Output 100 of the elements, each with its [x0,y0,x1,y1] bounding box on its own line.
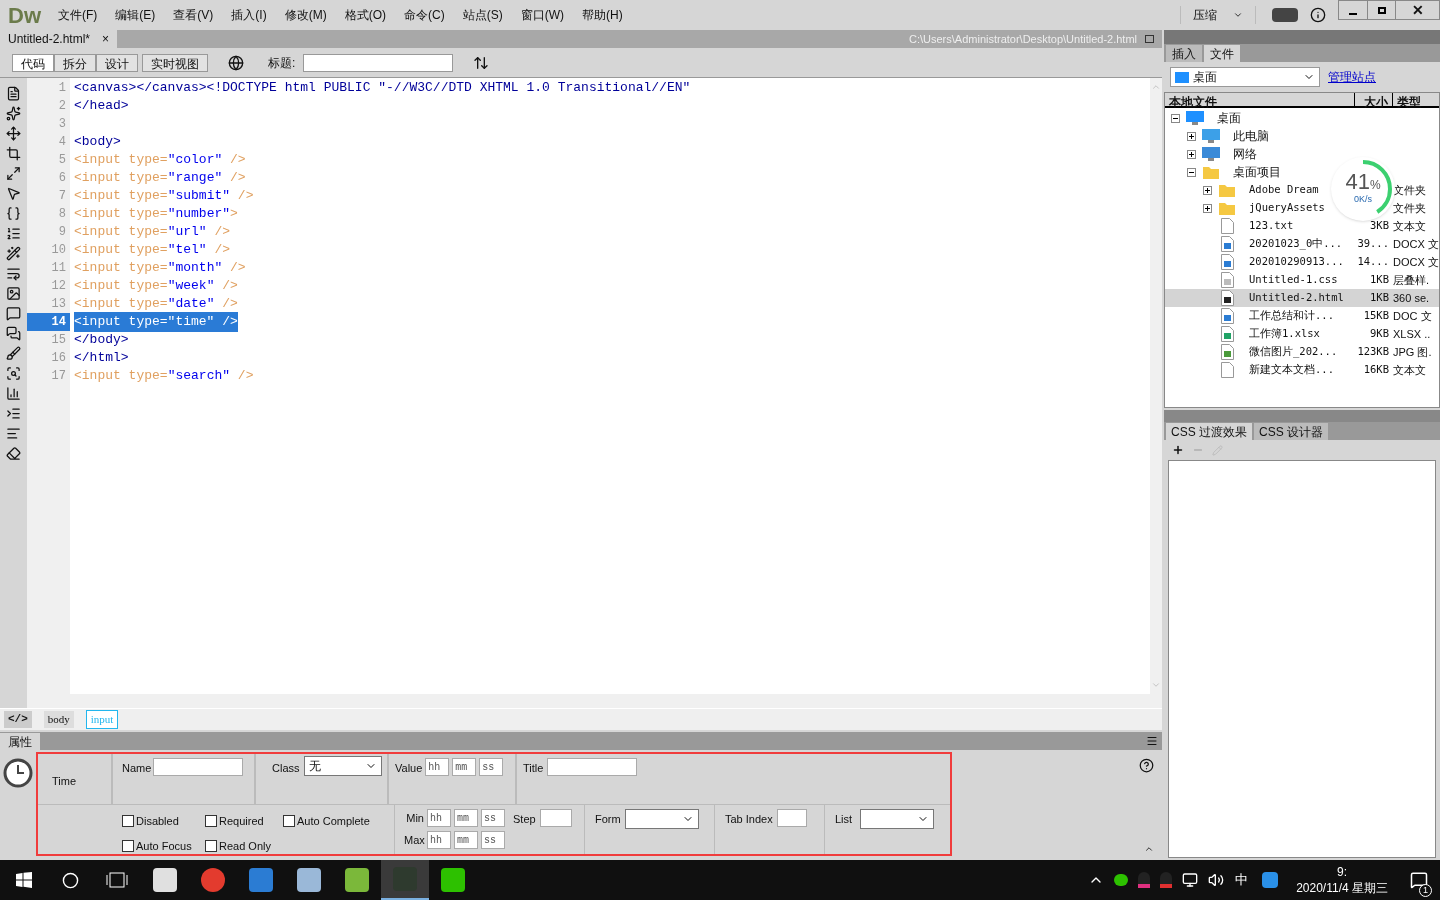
task-view-icon[interactable] [106,872,128,888]
file-name[interactable]: 网络 [1233,145,1257,163]
file-name[interactable]: 123.txt [1249,218,1294,234]
column-header[interactable]: 大小 [1355,93,1393,106]
move-icon[interactable] [6,126,21,141]
file-name[interactable]: 工作总结和计... [1249,308,1334,324]
globe-icon[interactable] [228,54,244,71]
time-input[interactable]: mm [452,758,477,776]
checkbox[interactable] [283,815,295,828]
expand-toggle[interactable] [1187,149,1196,159]
document-tab[interactable]: Untitled-2.html* × [0,30,118,48]
name-field[interactable] [153,758,244,776]
sort-icon[interactable] [473,54,490,71]
panel-tab[interactable]: CSS 设计器 [1254,423,1329,440]
file-name[interactable]: 桌面项目 [1233,163,1281,181]
compress-dropdown[interactable]: 压缩 [1180,6,1256,24]
menu-item[interactable]: 文件(F) [49,6,107,24]
file-name[interactable]: jQueryAssets [1249,200,1325,216]
tab-close-icon[interactable]: × [102,30,110,48]
braces-icon[interactable] [6,206,21,221]
file-name[interactable]: 微信图片_202... [1249,344,1338,360]
location-dropdown[interactable]: 桌面 [1170,67,1320,87]
scan-icon[interactable] [6,366,21,381]
time-input[interactable] [539,809,572,827]
volume-icon[interactable] [1208,872,1225,888]
crop-icon[interactable] [6,146,21,161]
windows-start-icon[interactable] [16,872,32,888]
sync-settings-icon[interactable] [1272,8,1298,22]
file-name[interactable]: 20201023_0中... [1249,236,1343,252]
time-input[interactable]: hh [425,758,450,776]
view-button[interactable]: 设计 [96,53,138,72]
column-header[interactable]: 类型 [1393,93,1439,106]
view-button[interactable]: 实时视图 [142,53,208,72]
time-input[interactable]: mm [454,831,478,849]
file-name[interactable]: 此电脑 [1233,127,1269,145]
add-icon[interactable] [1172,444,1184,456]
file-name[interactable]: 新建文本文档... [1249,362,1334,378]
code-view-toggle[interactable]: </> [4,711,32,728]
help-icon[interactable] [1139,758,1154,773]
penguin-tray-icon[interactable] [1138,872,1151,888]
time-input[interactable]: ss [481,809,505,827]
search-icon[interactable] [62,871,79,889]
bar-chart-icon[interactable] [6,386,21,401]
menu-item[interactable]: 修改(M) [275,6,336,24]
dropdown[interactable] [860,809,935,829]
column-header[interactable]: 本地文件 [1165,93,1355,106]
indent-icon[interactable] [6,406,21,421]
penguin-tray-icon[interactable] [1160,872,1173,888]
time-input[interactable]: hh [427,831,451,849]
time-input[interactable]: ss [481,831,505,849]
menu-item[interactable]: 命令(C) [395,6,454,24]
tab-index-field[interactable] [776,809,807,827]
notification-icon[interactable] [1410,871,1428,889]
wand-icon[interactable] [6,246,21,261]
brush-icon[interactable] [6,346,21,361]
panel-tab[interactable]: 文件 [1204,45,1240,62]
file-name[interactable]: Adobe Dream [1249,182,1319,198]
expand-toggle[interactable] [1203,203,1212,213]
chat-tray-icon[interactable] [1114,874,1129,886]
file-name[interactable]: 工作簿1.xlsx [1249,326,1320,342]
panel-tab[interactable]: CSS 过渡效果 [1166,423,1252,440]
sparkle-icon[interactable] [6,106,21,121]
eraser-icon[interactable] [6,446,21,461]
horizontal-scrollbar[interactable] [27,694,1162,708]
collapse-icon[interactable] [1144,844,1154,854]
checkbox[interactable] [122,815,134,828]
dropdown[interactable]: 无 [303,756,382,776]
title-field[interactable] [547,758,638,776]
title-field[interactable] [303,53,454,72]
expand-toggle[interactable] [1203,185,1212,195]
clock[interactable]: 9: 2020/11/4 星期三 [1296,864,1388,896]
collapse-toggle[interactable] [1187,167,1196,177]
numbered-list-icon[interactable] [6,226,21,241]
file-name[interactable]: Untitled-2.html [1249,290,1344,306]
checkbox[interactable] [205,839,217,852]
comments-icon[interactable] [6,326,21,341]
properties-tab[interactable]: 属性 [0,733,40,750]
time-input[interactable]: ss [479,758,504,776]
menu-item[interactable]: 格式(O) [335,6,395,24]
input-method-indicator[interactable]: 中 [1235,870,1249,890]
network-icon[interactable] [1182,872,1199,888]
file-name[interactable]: Untitled-1.css [1249,272,1338,288]
manage-sites-link[interactable]: 管理站点 [1328,68,1376,86]
app-tray-icon[interactable] [1262,872,1279,888]
panel-menu-icon[interactable] [1146,735,1158,747]
dropdown[interactable] [624,809,699,829]
view-button[interactable]: 代码 [12,53,54,72]
panel-tab[interactable]: 插入 [1166,45,1202,62]
document-icon[interactable] [6,86,21,101]
menu-item[interactable]: 帮助(H) [573,6,632,24]
view-button[interactable]: 拆分 [54,53,96,72]
wrap-text-icon[interactable] [6,266,21,281]
file-name[interactable]: 桌面 [1217,109,1241,127]
time-input[interactable]: hh [427,809,451,827]
comment-icon[interactable] [6,306,21,321]
collapse-toggle[interactable] [1171,113,1180,123]
file-name[interactable]: 202010290913... [1249,254,1344,270]
menu-item[interactable]: 编辑(E) [106,6,165,24]
expand-icon[interactable] [6,166,21,181]
menu-item[interactable]: 插入(I) [222,6,276,24]
